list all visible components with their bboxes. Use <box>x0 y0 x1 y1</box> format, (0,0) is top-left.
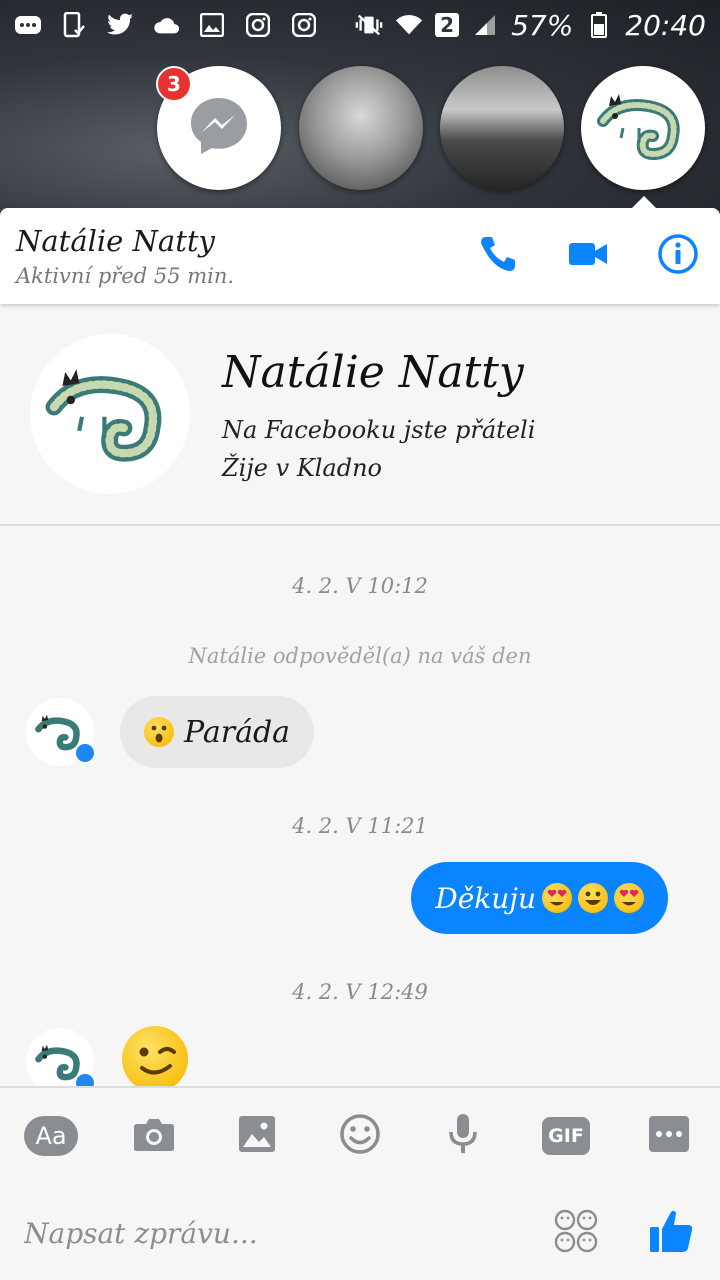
story-reply-note: Natálie odpověděl(a) na váš den <box>188 644 532 668</box>
winking-emoji-message[interactable] <box>122 1026 188 1092</box>
thumbs-up-icon <box>648 1208 694 1258</box>
chat-heads: 3 <box>0 66 720 196</box>
composer-toolbar: Aa GIF <box>0 1088 720 1184</box>
cloud-icon <box>152 12 180 38</box>
incoming-message[interactable]: Paráda <box>120 696 315 768</box>
status-bar: 2 57% 20:40 <box>0 0 720 50</box>
outgoing-message[interactable]: Děkuju <box>411 862 668 934</box>
emoji-button[interactable] <box>333 1109 387 1163</box>
grinning-emoji-icon <box>578 883 608 913</box>
contact-profile-card: Natálie Natty Na Facebooku jste přáteli … <box>0 304 720 526</box>
chat-head-pointer <box>632 196 656 208</box>
unread-badge: 3 <box>156 66 192 102</box>
surprised-emoji-icon <box>144 717 174 747</box>
gif-icon: GIF <box>542 1117 590 1155</box>
heart-eyes-emoji-icon <box>542 883 572 913</box>
more-icon <box>14 12 42 38</box>
stickers-button[interactable] <box>552 1209 600 1257</box>
like-button[interactable] <box>646 1208 696 1258</box>
text-format-button[interactable]: Aa <box>24 1109 78 1163</box>
info-icon <box>657 233 699 279</box>
emoji-icon <box>339 1113 381 1159</box>
voice-message-button[interactable] <box>436 1109 490 1163</box>
conversation-header: Natálie Natty Aktivní před 55 min. <box>0 208 720 304</box>
friendship-status: Na Facebooku jste přáteli <box>222 415 536 444</box>
chat-head-active[interactable] <box>581 66 705 190</box>
video-call-button[interactable] <box>562 230 614 282</box>
message-timestamp: 4. 2. V 10:12 <box>292 574 428 598</box>
sim-slot-badge: 2 <box>435 13 460 37</box>
aa-label: Aa <box>24 1116 78 1156</box>
voice-call-button[interactable] <box>472 230 524 282</box>
gif-button[interactable]: GIF <box>539 1109 593 1163</box>
wifi-icon <box>395 12 423 38</box>
instagram-icon <box>244 12 272 38</box>
profile-avatar[interactable] <box>30 334 190 494</box>
instagram-icon <box>290 12 318 38</box>
chat-head-contact[interactable] <box>440 66 564 190</box>
outgoing-message-text: Děkuju <box>435 881 536 915</box>
message-list[interactable]: 4. 2. V 10:12 Natálie odpověděl(a) na vá… <box>0 526 720 1096</box>
message-timestamp: 4. 2. V 11:21 <box>292 814 428 838</box>
more-icon <box>649 1116 689 1156</box>
stickers-icon <box>554 1209 598 1257</box>
messenger-badge-icon <box>74 742 96 764</box>
composer-input-row <box>0 1184 720 1280</box>
signal-icon <box>471 12 499 38</box>
incoming-message-text: Paráda <box>184 714 291 750</box>
battery-percent: 57% <box>511 8 574 42</box>
microphone-icon <box>448 1113 478 1159</box>
message-composer: Aa GIF Napsat zprávu... <box>0 1086 720 1280</box>
camera-button[interactable] <box>127 1109 181 1163</box>
twitter-icon <box>106 12 134 38</box>
chat-panel: Natálie Natty Aktivní před 55 min. Natál… <box>0 208 720 1280</box>
contact-name[interactable]: Natálie Natty <box>16 224 472 258</box>
phone-icon <box>478 234 518 278</box>
image-icon <box>198 12 226 38</box>
battery-icon <box>585 12 613 38</box>
chameleon-avatar-icon <box>593 76 693 180</box>
messenger-icon <box>188 95 250 161</box>
active-status: Aktivní před 55 min. <box>16 264 235 288</box>
vibrate-icon <box>355 12 383 38</box>
heart-eyes-emoji-icon <box>614 883 644 913</box>
image-icon <box>238 1115 276 1157</box>
chat-head-contact[interactable] <box>299 66 423 190</box>
more-options-button[interactable] <box>642 1109 696 1163</box>
info-button[interactable] <box>652 230 704 282</box>
sender-avatar[interactable] <box>26 698 96 766</box>
location: Žije v Kladno <box>222 453 382 482</box>
phone-check-icon <box>60 12 88 38</box>
clock: 20:40 <box>625 8 706 42</box>
camera-icon <box>133 1116 175 1156</box>
gallery-button[interactable] <box>230 1109 284 1163</box>
message-input[interactable] <box>24 1216 552 1250</box>
video-icon <box>568 240 608 272</box>
message-timestamp: 4. 2. V 12:49 <box>292 980 428 1004</box>
profile-name: Natálie Natty <box>222 346 524 398</box>
